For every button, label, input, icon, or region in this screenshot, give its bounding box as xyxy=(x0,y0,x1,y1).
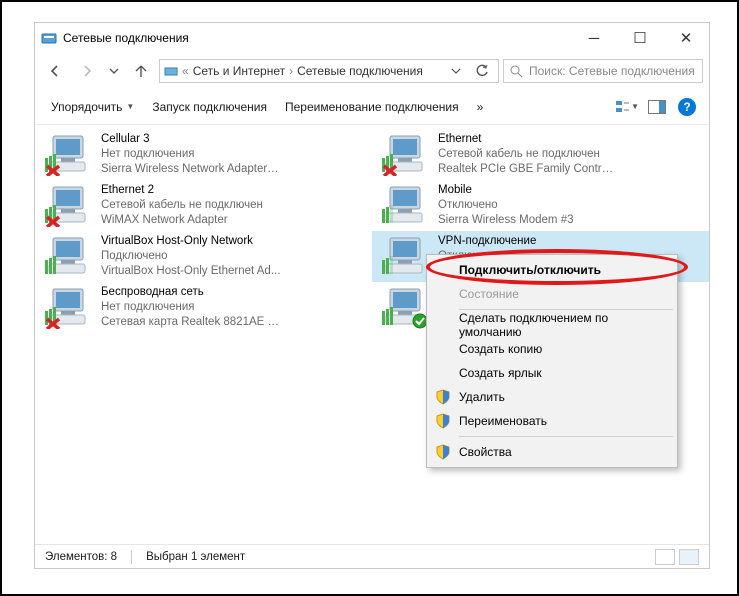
help-button[interactable]: ? xyxy=(675,95,699,119)
shield-icon xyxy=(435,389,451,405)
window-title: Сетевые подключения xyxy=(63,31,571,45)
forward-button[interactable] xyxy=(73,57,101,85)
breadcrumb[interactable]: « Сеть и Интернет › Сетевые подключения xyxy=(159,59,499,83)
connection-status: Отключено xyxy=(438,198,573,213)
close-button[interactable]: ✕ xyxy=(663,23,709,53)
item-count: Элементов: 8 xyxy=(45,551,117,563)
breadcrumb-dropdown[interactable] xyxy=(446,66,466,76)
connection-device: Sierra Wireless Network Adapter #3 xyxy=(101,162,281,177)
adapter-icon xyxy=(380,132,430,176)
search-placeholder: Поиск: Сетевые подключения xyxy=(529,64,695,78)
back-button[interactable] xyxy=(41,57,69,85)
connection-status: Нет подключения xyxy=(101,300,281,315)
connection-device: VirtualBox Host-Only Ethernet Ad... xyxy=(101,264,280,279)
adapter-icon xyxy=(43,285,93,329)
search-icon xyxy=(510,65,523,78)
adapter-icon xyxy=(43,132,93,176)
connection-status: Нет подключения xyxy=(101,147,281,162)
ctx-rename[interactable]: Переименовать xyxy=(429,409,675,433)
connection-device: WiMAX Network Adapter xyxy=(101,213,263,228)
ctx-shortcut[interactable]: Создать ярлык xyxy=(429,361,675,385)
connection-name: Mobile xyxy=(438,183,573,198)
connection-item[interactable]: Ethernet 2 Сетевой кабель не подключен W… xyxy=(35,180,372,231)
toolbar: Упорядочить▼ Запуск подключения Переимен… xyxy=(35,89,709,125)
connection-status: Подключено xyxy=(101,249,280,264)
tiles-view-button[interactable] xyxy=(679,549,699,565)
ctx-copy[interactable]: Создать копию xyxy=(429,337,675,361)
refresh-button[interactable] xyxy=(470,64,494,78)
details-view-button[interactable] xyxy=(655,549,675,565)
ctx-properties[interactable]: Свойства xyxy=(429,440,675,464)
connection-device: Сетевая карта Realtek 8821AE Wi... xyxy=(101,315,281,330)
ctx-delete[interactable]: Удалить xyxy=(429,385,675,409)
connection-device: Sierra Wireless Modem #3 xyxy=(438,213,573,228)
connection-item[interactable]: Cellular 3 Нет подключения Sierra Wirele… xyxy=(35,129,372,180)
ctx-status: Состояние xyxy=(429,282,675,306)
connection-name: Ethernet 2 xyxy=(101,183,263,198)
shield-icon xyxy=(435,413,451,429)
connection-name: Беспроводная сеть xyxy=(101,285,281,300)
rename-connection-button[interactable]: Переименование подключения xyxy=(279,96,465,118)
shield-icon xyxy=(435,444,451,460)
recent-button[interactable] xyxy=(105,57,123,85)
connection-item[interactable]: Ethernet Сетевой кабель не подключен Rea… xyxy=(372,129,709,180)
connection-item[interactable]: Беспроводная сеть Нет подключения Сетева… xyxy=(35,282,372,333)
titlebar: Сетевые подключения ─ ☐ ✕ xyxy=(35,23,709,53)
adapter-icon xyxy=(380,183,430,227)
connection-name: VirtualBox Host-Only Network xyxy=(101,234,280,249)
adapter-icon xyxy=(43,234,93,278)
statusbar: Элементов: 8 Выбран 1 элемент xyxy=(35,544,709,568)
connection-name: Cellular 3 xyxy=(101,132,281,147)
ctx-connect[interactable]: Подключить/отключить xyxy=(429,258,675,282)
window-icon xyxy=(41,30,57,46)
maximize-button[interactable]: ☐ xyxy=(617,23,663,53)
more-commands[interactable]: » xyxy=(471,96,490,118)
breadcrumb-part[interactable]: Сетевые подключения xyxy=(297,64,423,78)
organize-menu[interactable]: Упорядочить▼ xyxy=(45,96,140,118)
connection-status: Сетевой кабель не подключен xyxy=(438,147,618,162)
selection-count: Выбран 1 элемент xyxy=(146,551,245,563)
breadcrumb-part[interactable]: Сеть и Интернет xyxy=(193,64,285,78)
minimize-button[interactable]: ─ xyxy=(571,23,617,53)
connection-item[interactable]: Mobile Отключено Sierra Wireless Modem #… xyxy=(372,180,709,231)
address-bar: « Сеть и Интернет › Сетевые подключения … xyxy=(35,53,709,89)
connection-name: VPN-подключение xyxy=(438,234,536,249)
context-menu: Подключить/отключить Состояние Сделать п… xyxy=(426,254,678,468)
up-button[interactable] xyxy=(127,57,155,85)
view-options-button[interactable]: ▼ xyxy=(615,95,639,119)
connection-status: Сетевой кабель не подключен xyxy=(101,198,263,213)
adapter-icon xyxy=(380,234,430,278)
start-connection-button[interactable]: Запуск подключения xyxy=(146,96,273,118)
preview-pane-button[interactable] xyxy=(645,95,669,119)
connection-name: Ethernet xyxy=(438,132,618,147)
adapter-icon xyxy=(43,183,93,227)
connection-device: Realtek PCIe GBE Family Controller xyxy=(438,162,618,177)
connection-item[interactable]: VirtualBox Host-Only Network Подключено … xyxy=(35,231,372,282)
ctx-default[interactable]: Сделать подключением по умолчанию xyxy=(429,313,675,337)
network-icon xyxy=(164,64,178,78)
adapter-icon xyxy=(380,285,430,329)
search-input[interactable]: Поиск: Сетевые подключения xyxy=(503,59,703,83)
